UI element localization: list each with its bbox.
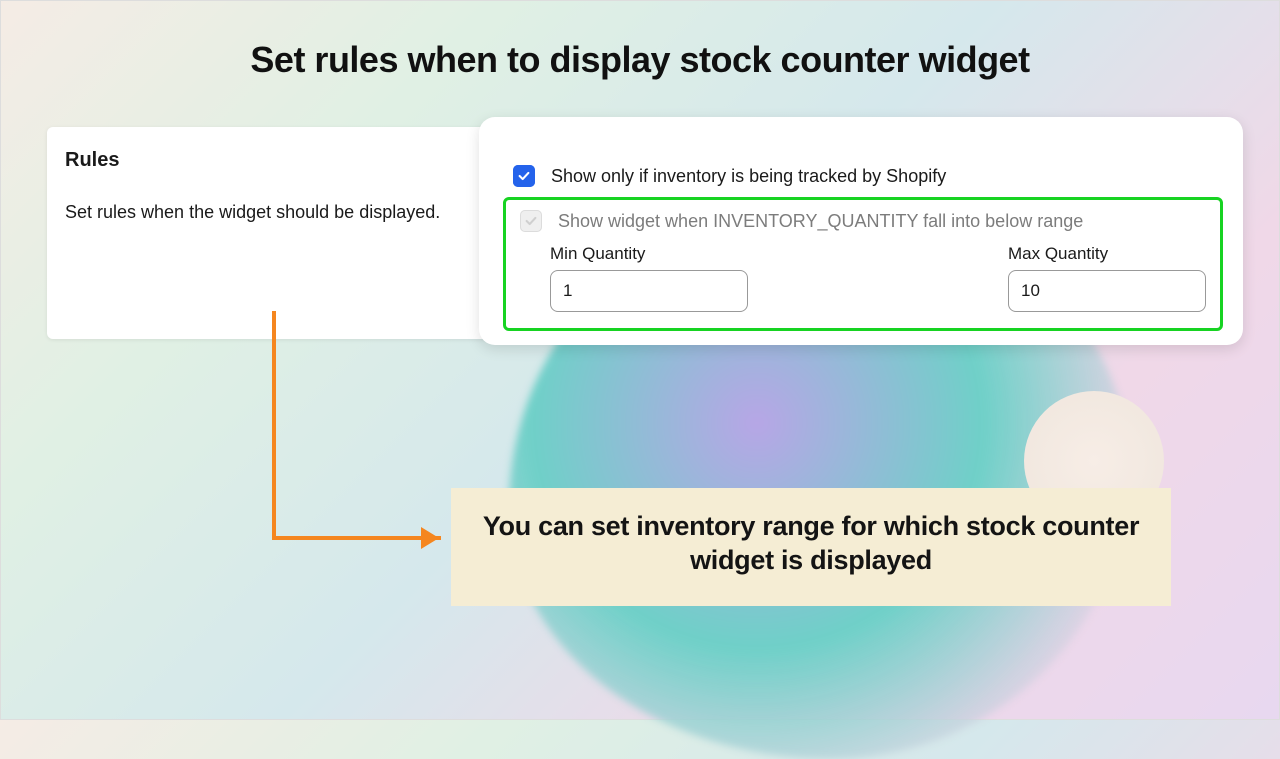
range-highlight-box: Show widget when INVENTORY_QUANTITY fall… (503, 197, 1223, 331)
min-quantity-label: Min Quantity (550, 244, 748, 264)
max-quantity-label: Max Quantity (1008, 244, 1206, 264)
checkbox-tracked-label: Show only if inventory is being tracked … (551, 166, 946, 187)
checkbox-range-label: Show widget when INVENTORY_QUANTITY fall… (558, 211, 1083, 232)
quantity-row: Min Quantity Max Quantity (520, 244, 1206, 312)
max-quantity-field: Max Quantity (1008, 244, 1206, 312)
rules-panel: Rules Set rules when the widget should b… (47, 127, 1235, 339)
min-quantity-input[interactable] (550, 270, 748, 312)
checkbox-row-tracked: Show only if inventory is being tracked … (503, 161, 1223, 197)
callout-box: You can set inventory range for which st… (451, 488, 1171, 606)
checkbox-row-range: Show widget when INVENTORY_QUANTITY fall… (520, 210, 1206, 244)
rules-heading: Rules (65, 149, 463, 172)
checkbox-tracked[interactable] (513, 165, 535, 187)
checkbox-range[interactable] (520, 210, 542, 232)
rules-description: Set rules when the widget should be disp… (65, 200, 463, 225)
page-title: Set rules when to display stock counter … (1, 39, 1279, 81)
min-quantity-field: Min Quantity (550, 244, 748, 312)
checkmark-icon (524, 214, 538, 228)
rules-panel-left: Rules Set rules when the widget should b… (47, 127, 491, 331)
annotation-arrow (269, 313, 479, 553)
callout-text: You can set inventory range for which st… (477, 510, 1145, 578)
rules-panel-right: Show only if inventory is being tracked … (491, 127, 1235, 331)
max-quantity-input[interactable] (1008, 270, 1206, 312)
checkmark-icon (517, 169, 531, 183)
